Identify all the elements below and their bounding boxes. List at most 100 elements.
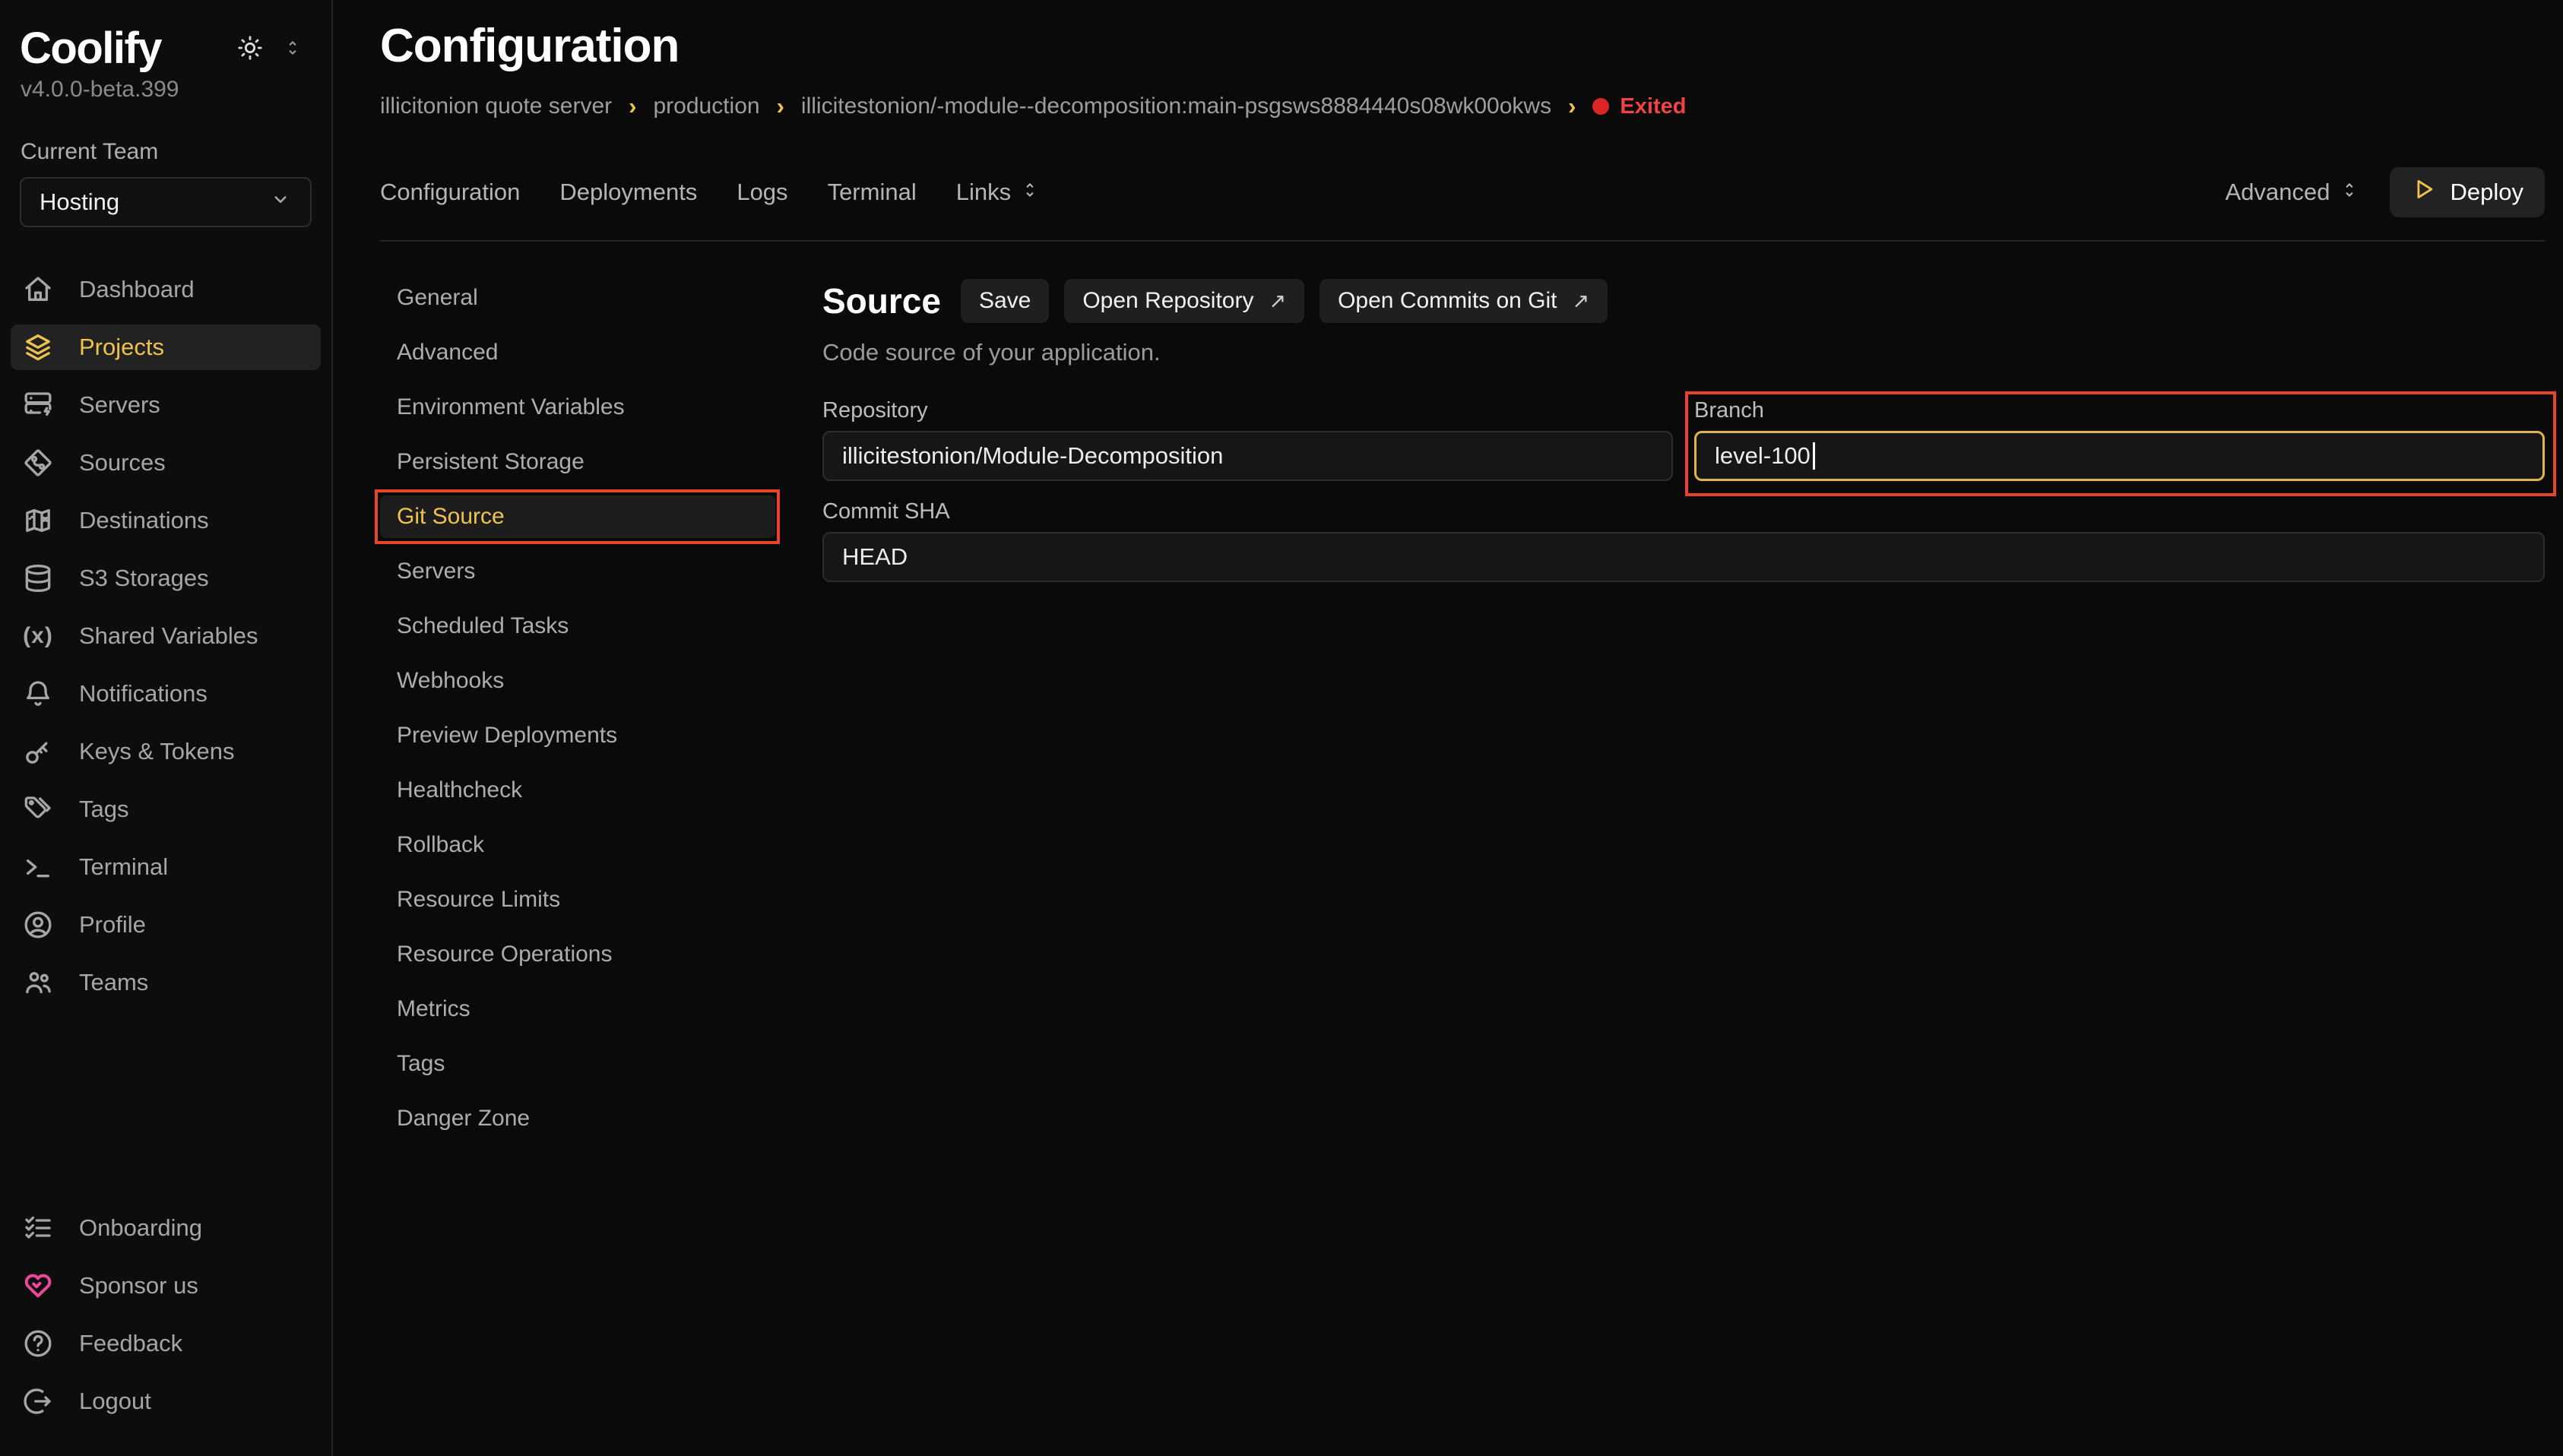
bell-icon <box>23 679 53 709</box>
team-select-value: Hosting <box>40 188 119 216</box>
subnav-item-git-source[interactable]: Git Source <box>380 495 775 538</box>
tabbar-divider <box>380 240 2545 242</box>
home-icon <box>23 274 53 305</box>
tab-links[interactable]: Links <box>956 179 1040 206</box>
current-team-label: Current Team <box>0 139 331 165</box>
subnav-item-general[interactable]: General <box>380 277 775 319</box>
heart-icon <box>23 1271 53 1301</box>
breadcrumb-application[interactable]: illicitestonion/-module--decomposition:m… <box>801 93 1551 119</box>
tab-bar: Configuration Deployments Logs Terminal … <box>380 167 2545 217</box>
sidebar-item-dashboard[interactable]: Dashboard <box>11 267 321 312</box>
section-title: Source <box>822 280 941 321</box>
subnav-item-advanced[interactable]: Advanced <box>380 331 775 374</box>
repository-field-group: Repository <box>822 398 1673 481</box>
sidebar-item-feedback[interactable]: Feedback <box>11 1321 321 1366</box>
external-link-icon: ↗ <box>1573 290 1590 313</box>
subnav-item-scheduled-tasks[interactable]: Scheduled Tasks <box>380 605 775 647</box>
main-content: Configuration illicitonion quote server … <box>333 0 2563 1456</box>
settings-subnav: General Advanced Environment Variables P… <box>380 277 775 1456</box>
external-link-icon: ↗ <box>1269 290 1286 313</box>
sidebar-item-terminal[interactable]: Terminal <box>11 844 321 890</box>
commit-sha-input[interactable] <box>822 532 2545 582</box>
subnav-item-servers[interactable]: Servers <box>380 550 775 593</box>
repository-input[interactable] <box>822 431 1673 481</box>
subnav-item-metrics[interactable]: Metrics <box>380 988 775 1030</box>
commit-sha-field-group: Commit SHA <box>822 499 2545 582</box>
sidebar-item-projects[interactable]: Projects <box>11 324 321 370</box>
teams-icon <box>23 967 53 998</box>
advanced-dropdown[interactable]: Advanced <box>2226 179 2359 206</box>
subnav-item-preview-deployments[interactable]: Preview Deployments <box>380 714 775 757</box>
coolify-app: Coolify v4.0.0-beta.399 Current Team Hos… <box>0 0 2563 1456</box>
sidebar-spacer <box>0 1018 331 1205</box>
subnav-item-rollback[interactable]: Rollback <box>380 824 775 866</box>
subnav-item-webhooks[interactable]: Webhooks <box>380 660 775 702</box>
status-badge: Exited <box>1592 94 1686 119</box>
breadcrumb: illicitonion quote server › production ›… <box>380 93 2545 120</box>
subnav-item-environment-variables[interactable]: Environment Variables <box>380 386 775 429</box>
sidebar-item-servers[interactable]: Servers <box>11 382 321 428</box>
sidebar-item-s3-storages[interactable]: S3 Storages <box>11 555 321 601</box>
branch-input[interactable]: level-100 <box>1694 431 2545 481</box>
subnav-item-healthcheck[interactable]: Healthcheck <box>380 769 775 812</box>
tag-icon <box>23 794 53 825</box>
breadcrumb-environment[interactable]: production <box>653 93 759 119</box>
sidebar-footer-nav: Onboarding Sponsor us Feedback Logout <box>0 1205 331 1436</box>
key-icon <box>23 736 53 767</box>
git-source-panel: Source Save Open Repository ↗ Open Commi… <box>822 277 2545 1456</box>
branch-field-group: Branch level-100 <box>1694 398 2545 481</box>
chevrons-up-down-icon <box>2340 179 2359 206</box>
sidebar-item-sponsor-us[interactable]: Sponsor us <box>11 1263 321 1309</box>
save-button[interactable]: Save <box>961 279 1049 323</box>
tab-deployments[interactable]: Deployments <box>559 179 697 206</box>
sidebar-collapse-icon[interactable] <box>283 38 303 62</box>
sidebar-item-onboarding[interactable]: Onboarding <box>11 1205 321 1251</box>
subnav-item-resource-limits[interactable]: Resource Limits <box>380 878 775 921</box>
subnav-item-resource-operations[interactable]: Resource Operations <box>380 933 775 976</box>
commit-sha-label: Commit SHA <box>822 499 2545 524</box>
deploy-button[interactable]: Deploy <box>2390 167 2546 217</box>
text-cursor <box>1813 442 1815 470</box>
team-select[interactable]: Hosting <box>20 177 312 227</box>
breadcrumb-project[interactable]: illicitonion quote server <box>380 93 612 119</box>
sidebar-item-sources[interactable]: Sources <box>11 440 321 486</box>
sidebar-item-shared-variables[interactable]: (x) Shared Variables <box>11 613 321 659</box>
tab-logs[interactable]: Logs <box>737 179 787 206</box>
subnav-item-persistent-storage[interactable]: Persistent Storage <box>380 441 775 483</box>
logout-icon <box>23 1386 53 1416</box>
database-icon <box>23 563 53 593</box>
sidebar-item-tags[interactable]: Tags <box>11 787 321 832</box>
terminal-icon <box>23 852 53 882</box>
sidebar-item-destinations[interactable]: Destinations <box>11 498 321 543</box>
tab-terminal[interactable]: Terminal <box>828 179 917 206</box>
subnav-item-tags[interactable]: Tags <box>380 1043 775 1085</box>
open-repository-button[interactable]: Open Repository ↗ <box>1064 279 1304 323</box>
help-icon <box>23 1328 53 1359</box>
app-version: v4.0.0-beta.399 <box>0 77 331 103</box>
sidebar-item-keys-tokens[interactable]: Keys & Tokens <box>11 729 321 774</box>
chevrons-up-down-icon <box>1020 179 1040 206</box>
chevron-right-icon: › <box>777 93 784 120</box>
profile-icon <box>23 910 53 940</box>
chevron-down-icon <box>269 188 292 217</box>
sidebar-item-teams[interactable]: Teams <box>11 960 321 1005</box>
branch-label: Branch <box>1694 398 2545 423</box>
git-source-icon <box>23 448 53 478</box>
status-dot-icon <box>1592 98 1609 115</box>
map-icon <box>23 505 53 536</box>
sidebar-item-notifications[interactable]: Notifications <box>11 671 321 717</box>
sidebar-item-logout[interactable]: Logout <box>11 1378 321 1424</box>
repository-label: Repository <box>822 398 1673 423</box>
subnav-item-danger-zone[interactable]: Danger Zone <box>380 1097 775 1140</box>
checklist-icon <box>23 1213 53 1243</box>
chevron-right-icon: › <box>629 93 636 120</box>
sidebar-nav: Dashboard Projects Servers Sources Desti… <box>0 267 331 1018</box>
page-title: Configuration <box>380 23 2545 70</box>
sidebar-item-profile[interactable]: Profile <box>11 902 321 948</box>
chevron-right-icon: › <box>1568 93 1576 120</box>
tab-configuration[interactable]: Configuration <box>380 179 520 206</box>
open-commits-button[interactable]: Open Commits on Git ↗ <box>1320 279 1608 323</box>
theme-sun-icon[interactable] <box>237 35 263 65</box>
server-icon <box>23 390 53 420</box>
app-logo: Coolify <box>20 26 161 71</box>
